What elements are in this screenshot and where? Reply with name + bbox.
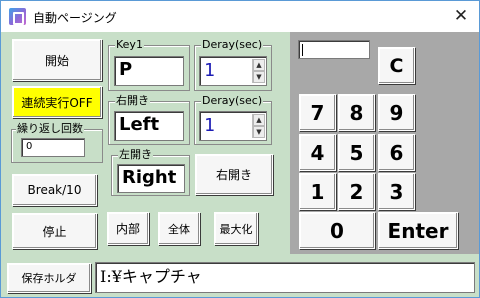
window-title: 自動ページング bbox=[33, 11, 117, 25]
stop-button[interactable]: 停止 bbox=[12, 213, 97, 249]
delay1-label: Deray(sec) bbox=[201, 38, 264, 52]
repeat-count-group: 繰り返し回数 0 bbox=[11, 122, 103, 163]
enter-button[interactable]: Enter bbox=[378, 212, 458, 249]
whole-button[interactable]: 全体 bbox=[158, 212, 200, 245]
app-window: 自動ページング ✕ 開始 連続実行OFF 繰り返し回数 0 Break/10 停… bbox=[0, 0, 480, 298]
right-open-button[interactable]: 右開き bbox=[195, 154, 273, 195]
save-folder-button[interactable]: 保存ホルダ bbox=[7, 263, 91, 293]
delay1-stepper[interactable]: 1 ▲ ▼ bbox=[199, 56, 267, 86]
delay2-label: Deray(sec) bbox=[201, 94, 264, 108]
spin-down-arrow-icon[interactable]: ▼ bbox=[253, 126, 265, 138]
spin-up-arrow-icon[interactable]: ▲ bbox=[253, 59, 265, 71]
break-button[interactable]: Break/10 bbox=[12, 174, 97, 206]
spin-up-arrow-icon[interactable]: ▲ bbox=[253, 114, 265, 126]
numpad-key-4[interactable]: 4 bbox=[299, 134, 336, 171]
left-open-key-group: 左開き Right bbox=[111, 148, 190, 196]
title-bar: 自動ページング ✕ bbox=[1, 1, 479, 32]
delay2-spin-buttons: ▲ ▼ bbox=[252, 114, 265, 138]
delay1-group: Deray(sec) 1 ▲ ▼ bbox=[194, 38, 272, 91]
key1-field[interactable]: P bbox=[114, 56, 184, 86]
numpad-key-3[interactable]: 3 bbox=[378, 173, 415, 210]
save-path-field[interactable]: I:¥キャプチャ bbox=[95, 262, 475, 293]
spin-down-arrow-icon[interactable]: ▼ bbox=[253, 71, 265, 83]
continuous-off-button[interactable]: 連続実行OFF bbox=[12, 86, 102, 118]
numpad-key-6[interactable]: 6 bbox=[378, 134, 415, 171]
numpad-panel: C 7 8 9 4 5 6 1 2 3 0 Enter bbox=[290, 32, 479, 254]
delay1-value: 1 bbox=[204, 60, 215, 81]
start-button[interactable]: 開始 bbox=[12, 39, 102, 81]
numpad-key-8[interactable]: 8 bbox=[338, 94, 375, 131]
delay2-stepper[interactable]: 1 ▲ ▼ bbox=[199, 111, 267, 141]
numpad-key-1[interactable]: 1 bbox=[299, 173, 336, 210]
numpad-key-0[interactable]: 0 bbox=[299, 212, 375, 249]
numpad-key-5[interactable]: 5 bbox=[338, 134, 375, 171]
left-open-key-field[interactable]: Right bbox=[117, 164, 185, 193]
internal-button[interactable]: 内部 bbox=[107, 212, 149, 245]
repeat-count-label: 繰り返し回数 bbox=[16, 122, 84, 136]
clear-button[interactable]: C bbox=[378, 47, 415, 84]
text-caret bbox=[302, 44, 303, 56]
right-open-key-field[interactable]: Left bbox=[114, 111, 184, 141]
client-area: 開始 連続実行OFF 繰り返し回数 0 Break/10 停止 Key1 P D… bbox=[1, 32, 479, 297]
key1-label: Key1 bbox=[115, 38, 144, 52]
numpad-key-7[interactable]: 7 bbox=[299, 94, 336, 131]
right-open-key-group: 右開き Left bbox=[108, 94, 190, 145]
repeat-count-field[interactable]: 0 bbox=[21, 138, 85, 157]
delay2-value: 1 bbox=[204, 115, 215, 136]
numpad-key-9[interactable]: 9 bbox=[378, 94, 415, 131]
numpad-display[interactable] bbox=[298, 40, 370, 59]
delay1-spin-buttons: ▲ ▼ bbox=[252, 59, 265, 83]
key1-group: Key1 P bbox=[108, 38, 190, 91]
maximize-button[interactable]: 最大化 bbox=[214, 212, 258, 245]
delay2-group: Deray(sec) 1 ▲ ▼ bbox=[194, 94, 272, 145]
right-open-key-label: 右開き bbox=[115, 94, 150, 108]
close-icon[interactable]: ✕ bbox=[449, 5, 473, 27]
numpad-key-2[interactable]: 2 bbox=[338, 173, 375, 210]
left-open-key-label: 左開き bbox=[118, 148, 153, 162]
app-icon bbox=[9, 8, 26, 25]
